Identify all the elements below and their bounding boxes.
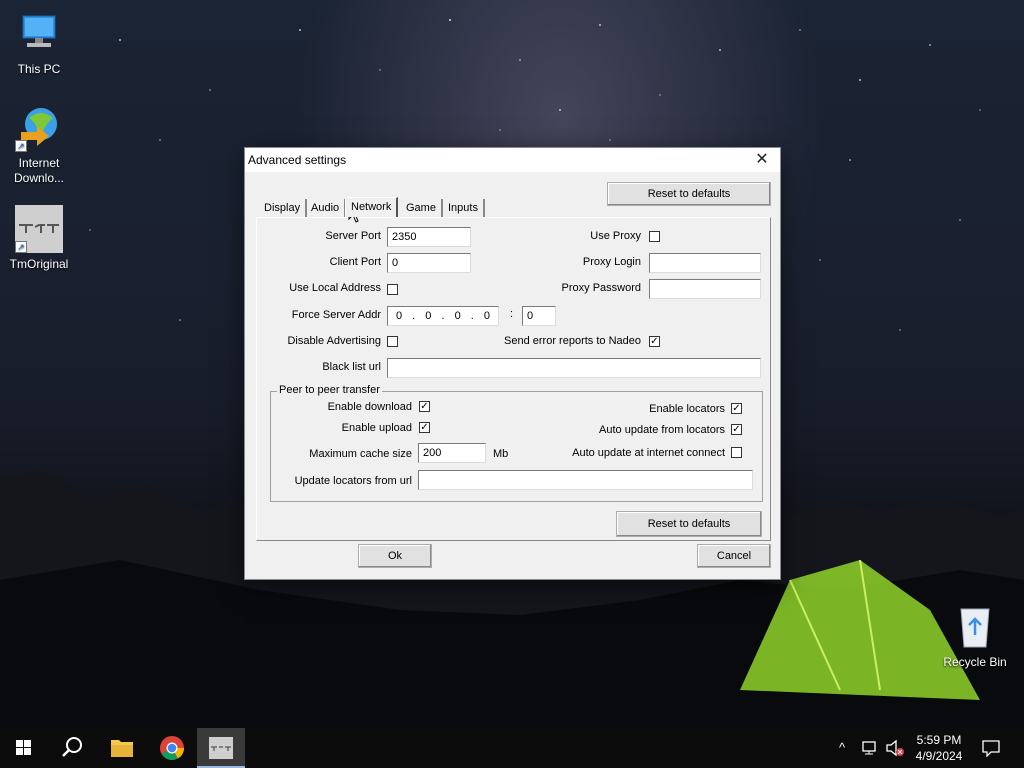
- enable-upload-checkbox[interactable]: ✓: [419, 422, 430, 433]
- max-cache-size-field[interactable]: 200: [418, 443, 486, 463]
- use-proxy-checkbox[interactable]: [649, 231, 660, 242]
- this-pc-icon: [15, 10, 63, 58]
- network-tab-panel: Server Port 2350 Client Port 0 Use Local…: [256, 217, 771, 541]
- tab-network[interactable]: Network: [345, 197, 399, 217]
- disable-advertising-checkbox[interactable]: [387, 336, 398, 347]
- enable-locators-checkbox[interactable]: ✓: [731, 403, 742, 414]
- dialog-titlebar[interactable]: Advanced settings ✕: [245, 148, 780, 172]
- update-locators-url-field[interactable]: [418, 470, 753, 490]
- proxy-password-field[interactable]: [649, 279, 761, 299]
- windows-logo-icon: [16, 740, 31, 755]
- notifications-icon[interactable]: [982, 739, 1000, 757]
- cancel-button[interactable]: Cancel: [697, 544, 771, 568]
- desktop-icon-label: Internet Downlo...: [13, 156, 65, 185]
- max-cache-unit: Mb: [493, 448, 509, 460]
- update-locators-label: Update locators from url: [294, 475, 412, 487]
- auto-update-internet-connect-checkbox[interactable]: [731, 447, 742, 458]
- search-button[interactable]: [48, 728, 96, 768]
- enable-download-label: Enable download: [327, 401, 412, 413]
- server-port-field[interactable]: 2350: [387, 227, 471, 247]
- enable-download-checkbox[interactable]: ✓: [419, 401, 430, 412]
- ok-button[interactable]: Ok: [358, 544, 432, 568]
- folder-icon: [111, 740, 133, 757]
- tab-display[interactable]: Display: [259, 199, 308, 217]
- advanced-settings-dialog: Advanced settings ✕ Reset to defaults Di…: [244, 147, 781, 580]
- speaker-muted-icon[interactable]: [885, 739, 905, 757]
- ip-octet-3: 0: [454, 310, 461, 322]
- server-port-label: Server Port: [325, 230, 381, 242]
- desktop-icon-label: Recycle Bin: [943, 655, 1007, 669]
- force-server-port-field[interactable]: 0: [522, 306, 556, 326]
- desktop-icon-this-pc[interactable]: This PC: [4, 10, 74, 77]
- chrome-button[interactable]: [148, 728, 196, 768]
- internet-download-manager-icon: ↗: [15, 104, 63, 152]
- start-button[interactable]: [0, 728, 48, 768]
- ip-octet-1: 0: [396, 310, 403, 322]
- desktop-icon-recycle-bin[interactable]: Recycle Bin: [940, 603, 1010, 670]
- shortcut-arrow-icon: ↗: [15, 140, 27, 152]
- ip-dot: .: [470, 310, 474, 322]
- tmoriginal-icon: [209, 737, 233, 759]
- tab-game[interactable]: Game: [401, 199, 443, 217]
- disable-advertising-label: Disable Advertising: [287, 335, 381, 347]
- recycle-bin-icon: [951, 603, 999, 651]
- black-list-url-field[interactable]: [387, 358, 761, 378]
- dialog-title: Advanced settings: [248, 153, 347, 167]
- tmoriginal-taskbar-button[interactable]: [197, 728, 245, 768]
- reset-to-defaults-top-button[interactable]: Reset to defaults: [607, 182, 771, 206]
- desktop-icon-label: TmOriginal: [9, 257, 69, 271]
- use-proxy-label: Use Proxy: [590, 230, 641, 242]
- force-server-addr-label: Force Server Addr: [291, 309, 381, 321]
- max-cache-size-label: Maximum cache size: [309, 448, 412, 460]
- close-icon[interactable]: ✕: [744, 148, 780, 172]
- reset-to-defaults-bottom-button[interactable]: Reset to defaults: [616, 511, 762, 537]
- search-icon: [62, 737, 82, 757]
- client-port-field[interactable]: 0: [387, 253, 471, 273]
- enable-upload-label: Enable upload: [341, 422, 412, 434]
- proxy-login-field[interactable]: [649, 253, 761, 273]
- tab-inputs[interactable]: Inputs: [443, 199, 485, 217]
- ip-octet-4: 0: [483, 310, 490, 322]
- taskbar: ^ 5:59 PM 4/9/2024: [0, 728, 1024, 768]
- tab-audio[interactable]: Audio: [306, 199, 347, 217]
- send-error-reports-checkbox[interactable]: ✓: [649, 336, 660, 347]
- shortcut-arrow-icon: ↗: [15, 241, 27, 253]
- clock-time: 5:59 PM: [916, 733, 962, 747]
- clock-date: 4/9/2024: [915, 749, 963, 763]
- network-icon[interactable]: [862, 740, 880, 756]
- desktop-icon-internet-download-manager[interactable]: ↗ Internet Downlo...: [4, 104, 74, 186]
- client-port-label: Client Port: [329, 256, 381, 268]
- black-list-url-label: Black list url: [322, 361, 381, 373]
- desktop-icon-label: This PC: [17, 62, 61, 76]
- auto-update-from-locators-label: Auto update from locators: [599, 424, 725, 436]
- use-local-address-label: Use Local Address: [289, 282, 381, 294]
- tmoriginal-icon: ↗: [15, 205, 63, 253]
- file-explorer-button[interactable]: [98, 728, 146, 768]
- ip-octet-2: 0: [425, 310, 432, 322]
- use-local-address-checkbox[interactable]: [387, 284, 398, 295]
- chrome-icon: [160, 736, 184, 761]
- peer-to-peer-group-title: Peer to peer transfer: [277, 384, 382, 396]
- clock[interactable]: 5:59 PM 4/9/2024: [910, 732, 968, 764]
- peer-to-peer-group: Peer to peer transfer Enable download ✓ …: [270, 384, 763, 502]
- proxy-password-label: Proxy Password: [561, 282, 641, 294]
- auto-update-from-locators-checkbox[interactable]: ✓: [731, 424, 742, 435]
- desktop-icon-tmoriginal[interactable]: ↗ TmOriginal: [4, 205, 74, 272]
- tray-chevron-icon[interactable]: ^: [839, 740, 845, 755]
- proxy-login-label: Proxy Login: [582, 256, 641, 268]
- send-error-reports-label: Send error reports to Nadeo: [504, 335, 641, 347]
- port-separator: :: [510, 308, 514, 320]
- force-server-ip-field[interactable]: 0 . 0 . 0 . 0: [387, 306, 499, 326]
- ip-dot: .: [412, 310, 416, 322]
- auto-update-internet-connect-label: Auto update at internet connect: [572, 447, 725, 459]
- ip-dot: .: [441, 310, 445, 322]
- enable-locators-label: Enable locators: [649, 403, 725, 415]
